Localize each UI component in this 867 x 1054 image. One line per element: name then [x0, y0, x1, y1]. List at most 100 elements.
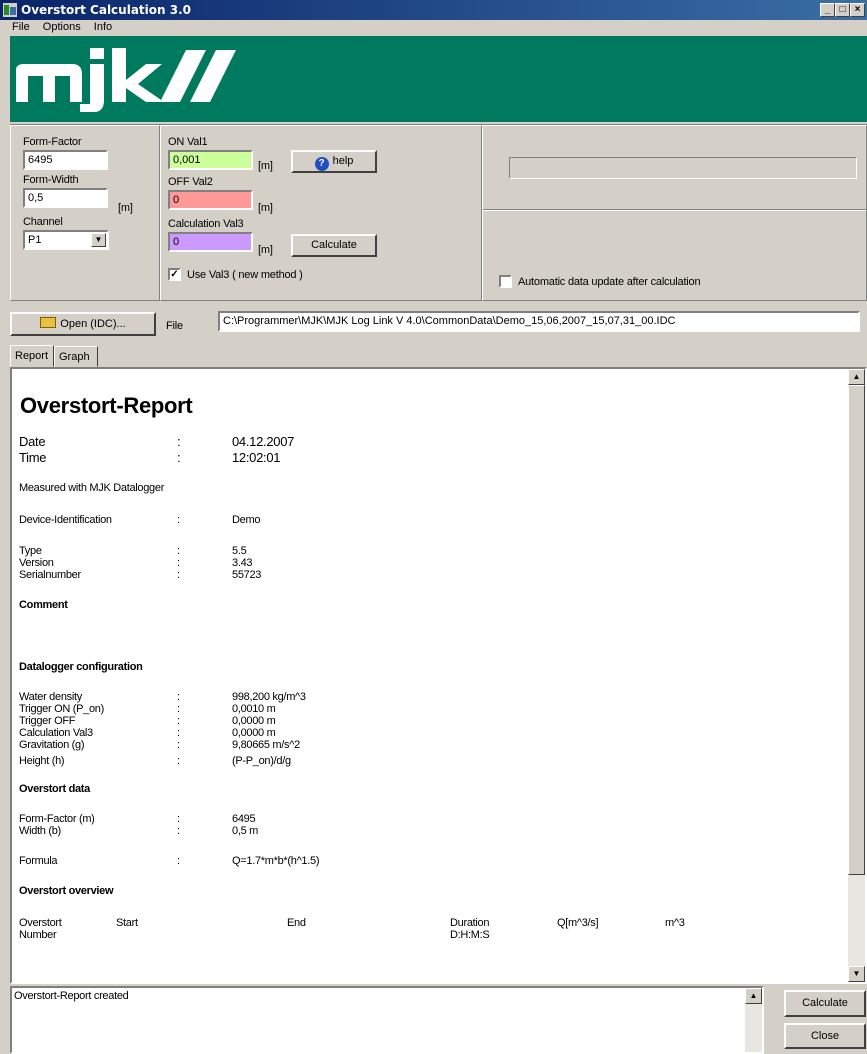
config-row-value: 998,200 kg/m^3	[232, 691, 306, 703]
config-row-colon: :	[177, 739, 180, 751]
scroll-up-icon[interactable]: ▲	[848, 369, 865, 385]
use-val3-checkbox[interactable]: ✓	[168, 268, 181, 281]
help-icon: ?	[314, 157, 329, 171]
width-row-colon: :	[177, 825, 180, 837]
parameters-panel: Form-Factor 6495 Form-Width 0,5 [m] Chan…	[10, 124, 867, 301]
col-overstort: Overstort	[19, 917, 62, 929]
config-row-label: Gravitation (g)	[19, 739, 85, 751]
calculate-button[interactable]: Calculate	[784, 990, 866, 1017]
window-title: Overstort Calculation 3.0	[21, 3, 191, 17]
date-value: 04.12.2007	[232, 434, 295, 449]
report-scrollbar[interactable]: ▲ ▼	[848, 369, 865, 982]
version-colon: :	[177, 557, 180, 569]
data-heading: Overstort data	[19, 783, 90, 795]
title-bar: Overstort Calculation 3.0 _ □ ×	[0, 0, 867, 20]
serial-colon: :	[177, 569, 180, 581]
comment-heading: Comment	[19, 599, 68, 611]
date-colon: :	[177, 434, 181, 449]
auto-update-checkbox[interactable]	[499, 275, 512, 288]
help-button[interactable]: ? help	[291, 150, 377, 173]
config-row-value: 0,0000 m	[232, 715, 276, 727]
config-row-value: 0,0010 m	[232, 703, 276, 715]
channel-select-value: P1	[28, 234, 42, 246]
version-value: 3.43	[232, 557, 253, 569]
maximize-button[interactable]: □	[835, 3, 850, 17]
on-val1-label: ON Val1	[168, 136, 208, 148]
measured-text: Measured with MJK Datalogger	[19, 482, 165, 494]
use-val3-label: Use Val3 ( new method )	[187, 269, 303, 281]
overview-heading: Overstort overview	[19, 885, 114, 897]
off-val2-label: OFF Val2	[168, 176, 213, 188]
device-value: Demo	[232, 514, 261, 526]
calculate-val-button[interactable]: Calculate	[291, 234, 377, 257]
config-row-value: 9,80665 m/s^2	[232, 739, 300, 751]
on-val1-unit: [m]	[258, 160, 273, 172]
close-window-button[interactable]: ×	[850, 3, 865, 17]
height-colon: :	[177, 755, 180, 767]
form-width-input[interactable]: 0,5	[23, 188, 108, 208]
col-dhms: D:H:M:S	[450, 929, 490, 941]
tab-report[interactable]: Report	[10, 345, 54, 367]
scroll-thumb[interactable]	[848, 385, 865, 875]
open-idc-button[interactable]: Open (IDC)...	[10, 312, 156, 336]
form-factor-row-colon: :	[177, 813, 180, 825]
calc-val3-input[interactable]: 0	[168, 232, 253, 252]
form-width-label: Form-Width	[23, 174, 79, 186]
channel-select[interactable]: P1 ▼	[23, 230, 109, 250]
config-row-colon: :	[177, 703, 180, 715]
time-label: Time	[19, 450, 47, 465]
form-factor-input[interactable]: 6495	[23, 150, 108, 170]
help-button-label: help	[332, 155, 354, 167]
config-row-colon: :	[177, 691, 180, 703]
tab-graph[interactable]: Graph	[54, 346, 98, 367]
col-end: End	[287, 917, 306, 929]
device-label: Device-Identification	[19, 514, 112, 526]
off-val2-input[interactable]: 0	[168, 190, 253, 210]
menu-info[interactable]: Info	[84, 20, 112, 33]
formula-colon: :	[177, 855, 180, 867]
scroll-down-icon[interactable]: ▼	[848, 966, 865, 982]
file-label: File	[166, 320, 183, 332]
type-label: Type	[19, 545, 42, 557]
brand-banner	[10, 36, 867, 122]
channel-label: Channel	[23, 216, 63, 228]
status-log[interactable]: Overstort-Report created ▲	[10, 986, 764, 1054]
status-scroll-up-icon[interactable]: ▲	[745, 988, 762, 1004]
auto-update-label: Automatic data update after calculation	[518, 276, 701, 288]
col-duration: Duration	[450, 917, 490, 929]
app-icon	[3, 3, 17, 17]
file-path-input[interactable]: C:\Programmer\MJK\MJK Log Link V 4.0\Com…	[218, 311, 860, 332]
type-value: 5.5	[232, 545, 247, 557]
minimize-button[interactable]: _	[820, 3, 835, 17]
folder-open-icon	[40, 317, 57, 328]
status-scrollbar[interactable]: ▲	[745, 988, 762, 1052]
menu-file[interactable]: File	[0, 20, 30, 33]
form-factor-label: Form-Factor	[23, 136, 82, 148]
calc-val3-label: Calculation Val3	[168, 218, 244, 230]
report-title: Overstort-Report	[20, 393, 193, 418]
off-val2-unit: [m]	[258, 202, 273, 214]
config-row-colon: :	[177, 727, 180, 739]
height-label: Height (h)	[19, 755, 65, 767]
form-section: Form-Factor 6495 Form-Width 0,5 [m] Chan…	[10, 125, 160, 301]
report-view[interactable]: Overstort-Report Date : 04.12.2007 Time …	[10, 367, 867, 984]
trigger-section: ON Val1 0,001 [m] ? help OFF Val2 0 [m] C…	[160, 125, 482, 301]
height-value: (P-P_on)/d/g	[232, 755, 291, 767]
progress-section: Automatic data update after calculation	[482, 125, 867, 301]
chevron-down-icon[interactable]: ▼	[91, 233, 106, 247]
width-row-value: 0,5 m	[232, 825, 259, 837]
config-row-label: Trigger OFF	[19, 715, 76, 727]
form-width-unit: [m]	[118, 202, 133, 214]
time-colon: :	[177, 450, 181, 465]
config-row-colon: :	[177, 715, 180, 727]
calc-val3-unit: [m]	[258, 244, 273, 256]
device-colon: :	[177, 514, 180, 526]
config-row-label: Trigger ON (P_on)	[19, 703, 104, 715]
on-val1-input[interactable]: 0,001	[168, 150, 253, 170]
formula-value: Q=1.7*m*b*(h^1.5)	[232, 855, 320, 867]
col-number: Number	[19, 929, 57, 941]
close-button[interactable]: Close	[784, 1023, 866, 1049]
config-heading: Datalogger configuration	[19, 661, 143, 673]
menu-options[interactable]: Options	[33, 20, 81, 33]
config-row-value: 0,0000 m	[232, 727, 276, 739]
